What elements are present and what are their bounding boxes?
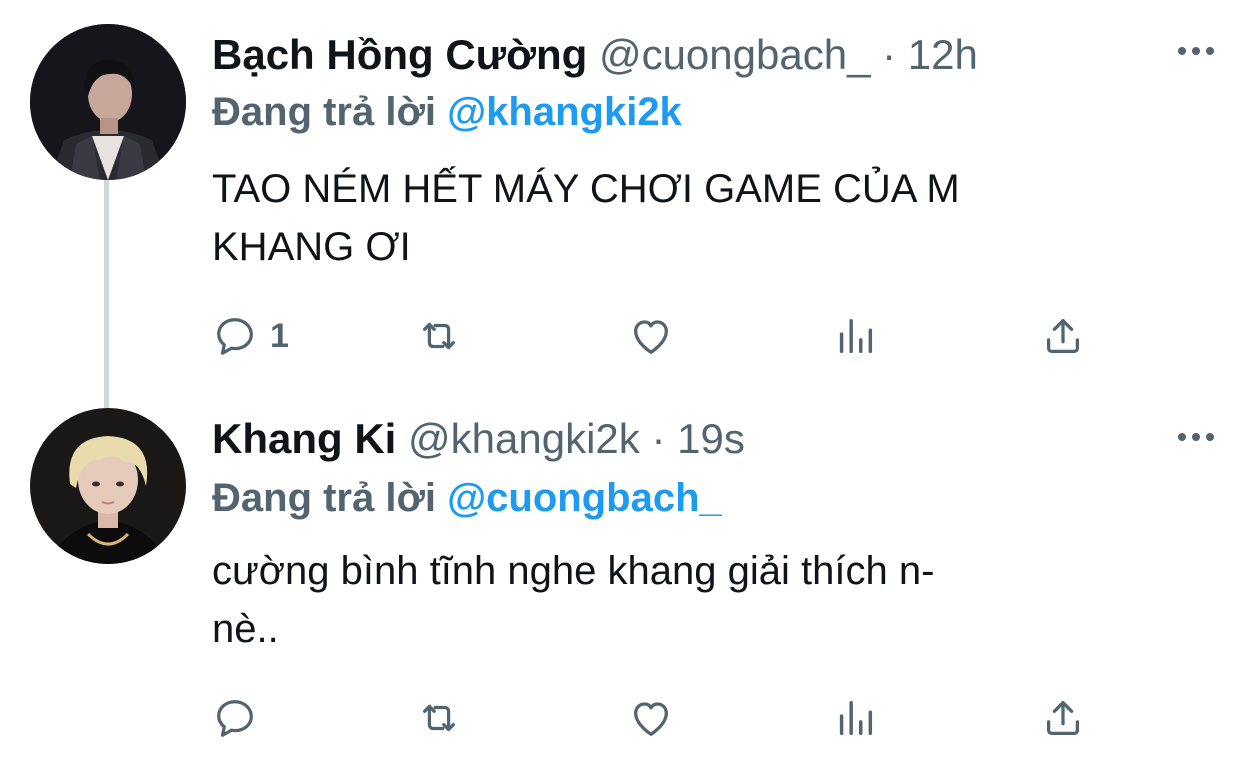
replying-prefix: Đang trả lời <box>212 476 437 520</box>
reply-icon <box>217 318 253 355</box>
heart-icon <box>634 702 668 736</box>
timestamp[interactable]: 19s <box>677 415 745 462</box>
bar-chart-icon <box>839 700 873 736</box>
retweet-icon <box>422 704 456 732</box>
share-icon <box>1046 701 1080 735</box>
more-options-icon[interactable] <box>1178 36 1214 66</box>
share-button[interactable] <box>1040 308 1086 364</box>
views-button[interactable] <box>832 690 878 746</box>
action-bar: 1 <box>212 308 1092 364</box>
share-button[interactable] <box>1040 690 1086 746</box>
avatar[interactable] <box>30 24 186 180</box>
views-button[interactable] <box>832 308 878 364</box>
replying-to: Đang trả lời @cuongbach_ <box>212 474 722 522</box>
separator-dot: · <box>882 31 897 78</box>
user-handle[interactable]: @cuongbach_ <box>599 31 871 78</box>
timestamp[interactable]: 12h <box>908 31 978 78</box>
tweet-header: Khang Ki @khangki2k · 19s <box>212 414 745 464</box>
heart-icon <box>634 320 668 354</box>
thread-connector-line <box>104 180 109 408</box>
like-button[interactable] <box>628 308 674 364</box>
retweet-icon <box>422 322 456 350</box>
retweet-button[interactable] <box>416 690 462 746</box>
replying-prefix: Đang trả lời <box>212 90 437 134</box>
tweet-header: Bạch Hồng Cường @cuongbach_ · 12h <box>212 30 978 80</box>
replying-to: Đang trả lời @khangki2k <box>212 88 682 136</box>
more-options-icon[interactable] <box>1178 422 1214 452</box>
like-button[interactable] <box>628 690 674 746</box>
reply-button[interactable]: 1 <box>212 308 289 364</box>
share-icon <box>1046 319 1080 353</box>
tweet-text: cường bình tĩnh nghe khang giải thích n-… <box>212 549 935 651</box>
reply-button[interactable] <box>212 690 270 746</box>
avatar[interactable] <box>30 408 186 564</box>
separator-dot: · <box>651 415 666 462</box>
action-bar <box>212 690 1092 746</box>
display-name[interactable]: Bạch Hồng Cường <box>212 31 587 78</box>
tweet-text: TAO NÉM HẾT MÁY CHƠI GAME CỦA M KHANG ƠI <box>212 167 960 269</box>
reply-count: 1 <box>270 316 289 355</box>
display-name[interactable]: Khang Ki <box>212 415 396 462</box>
bar-chart-icon <box>839 318 873 354</box>
user-handle[interactable]: @khangki2k <box>408 415 640 462</box>
reply-icon <box>217 700 253 737</box>
mention-link[interactable]: @khangki2k <box>447 90 682 134</box>
retweet-button[interactable] <box>416 308 462 364</box>
mention-link[interactable]: @cuongbach_ <box>447 476 722 520</box>
